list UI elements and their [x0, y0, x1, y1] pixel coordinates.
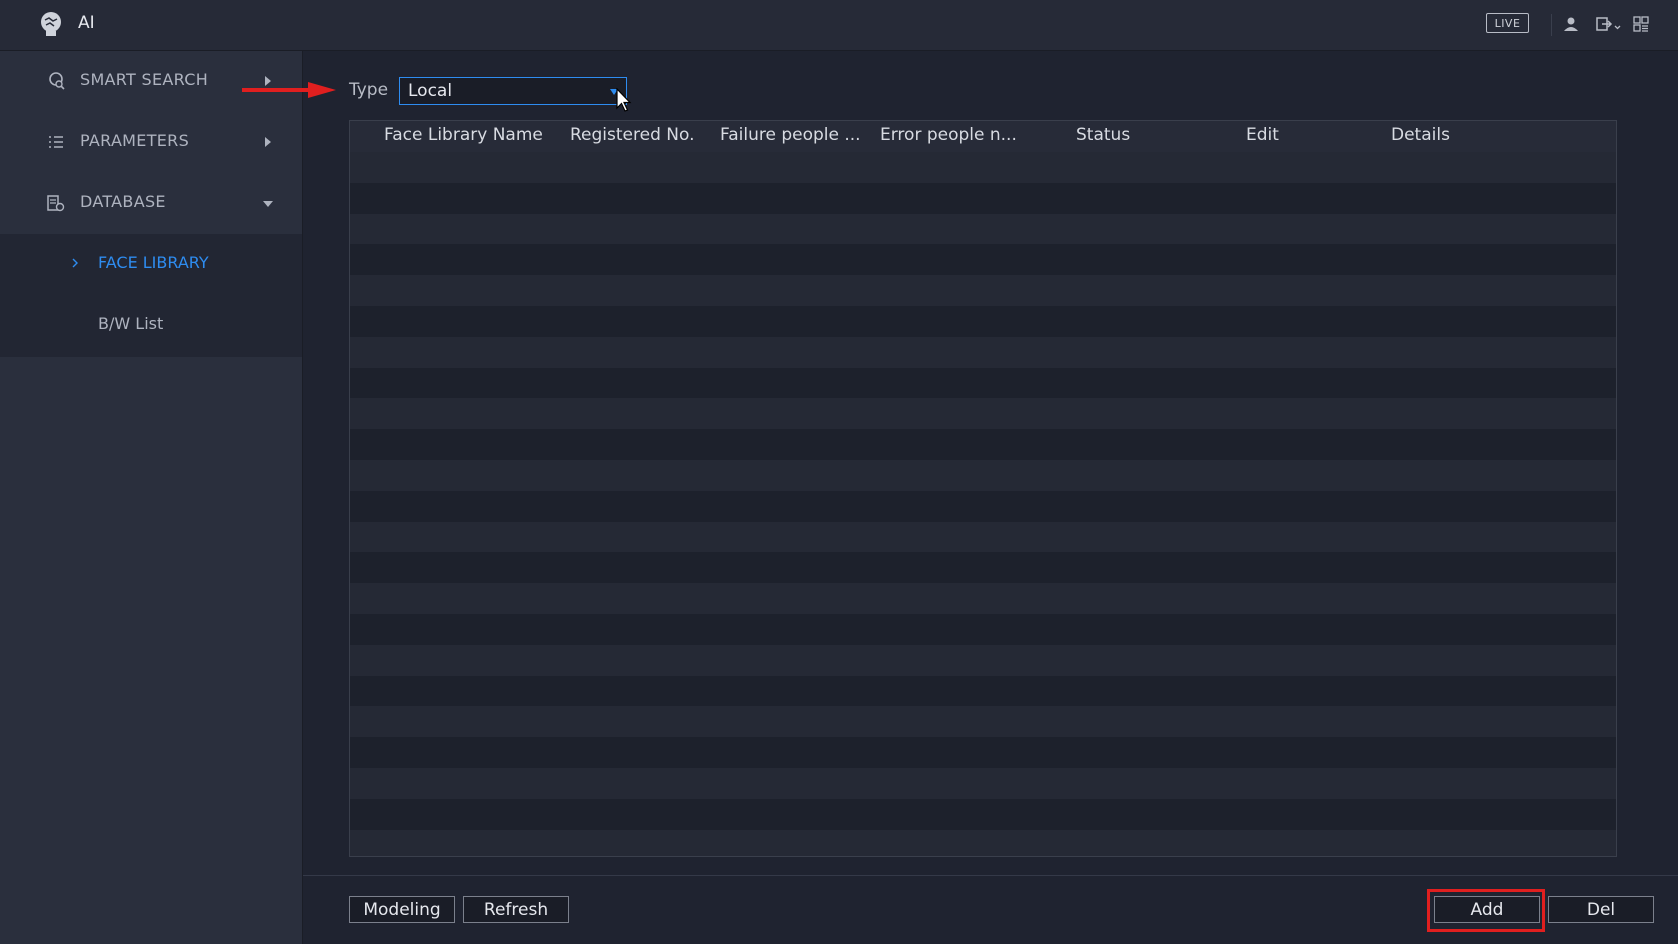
- table-row: [350, 429, 1616, 460]
- table-row: [350, 706, 1616, 738]
- list-icon: [49, 136, 63, 148]
- sidebar: SMART SEARCH PARAMETERS DATABASE FACE LI…: [0, 51, 303, 944]
- live-button[interactable]: LIVE: [1486, 13, 1529, 33]
- table-row: [350, 152, 1616, 183]
- chevron-right-icon: [72, 258, 78, 268]
- sidebar-item-bw-list[interactable]: B/W List: [0, 295, 302, 356]
- sidebar-subitem-label: FACE LIBRARY: [98, 253, 209, 272]
- sidebar-item-face-library[interactable]: FACE LIBRARY: [0, 234, 302, 295]
- table-row: [350, 644, 1616, 676]
- table-row: [350, 459, 1616, 491]
- table-header: Face Library Name Registered No. Failure…: [350, 121, 1616, 152]
- column-header-failure-people[interactable]: Failure people ...: [720, 125, 861, 145]
- column-header-face-library-name[interactable]: Face Library Name: [384, 125, 543, 145]
- sidebar-item-database[interactable]: DATABASE: [0, 173, 302, 234]
- table-row: [350, 367, 1616, 399]
- sidebar-item-parameters[interactable]: PARAMETERS: [0, 112, 302, 173]
- column-header-error-people[interactable]: Error people n...: [880, 125, 1017, 145]
- table-row: [350, 244, 1616, 276]
- table-row: [350, 798, 1616, 830]
- column-header-details[interactable]: Details: [1391, 125, 1450, 145]
- table-row: [350, 336, 1616, 368]
- table-row: [350, 767, 1616, 799]
- refresh-button[interactable]: Refresh: [463, 896, 569, 923]
- table-row: [350, 583, 1616, 614]
- table-row: [350, 213, 1616, 245]
- del-button[interactable]: Del: [1548, 896, 1654, 923]
- modeling-button[interactable]: Modeling: [349, 896, 455, 923]
- smart-search-icon: [49, 72, 65, 90]
- caret-down-icon: [263, 201, 273, 207]
- logout-icon[interactable]: [1596, 15, 1622, 33]
- column-header-registered-no[interactable]: Registered No.: [570, 125, 695, 145]
- user-icon[interactable]: [1562, 15, 1580, 33]
- database-icon: [47, 195, 65, 212]
- table-row: [350, 675, 1616, 707]
- add-button[interactable]: Add: [1434, 896, 1540, 923]
- arrow-annotation-icon: [242, 82, 336, 98]
- table-row: [350, 552, 1616, 584]
- table-body: [350, 152, 1616, 856]
- sidebar-item-label: PARAMETERS: [80, 131, 190, 150]
- table-row: [350, 305, 1616, 337]
- sidebar-item-label: SMART SEARCH: [80, 70, 209, 89]
- table-row: [350, 521, 1616, 553]
- database-submenu: FACE LIBRARY B/W List: [0, 234, 302, 357]
- table-row: [350, 398, 1616, 430]
- column-header-status[interactable]: Status: [1076, 125, 1130, 145]
- table-row: [350, 829, 1616, 856]
- caret-right-icon: [265, 137, 271, 147]
- face-library-table: Face Library Name Registered No. Failure…: [349, 120, 1617, 857]
- mouse-cursor-icon: [616, 88, 632, 112]
- table-row: [350, 613, 1616, 645]
- table-row: [350, 275, 1616, 306]
- sidebar-item-label: DATABASE: [80, 192, 166, 211]
- table-row: [350, 182, 1616, 214]
- app-title: AI: [78, 13, 95, 33]
- column-header-edit[interactable]: Edit: [1246, 125, 1279, 145]
- menu-grid-icon[interactable]: [1632, 15, 1650, 33]
- type-label: Type: [349, 80, 389, 100]
- ai-head-icon: [41, 12, 61, 36]
- type-dropdown[interactable]: Local: [399, 77, 627, 105]
- top-bar: AI LIVE: [0, 0, 1678, 51]
- sidebar-subitem-label: B/W List: [98, 314, 164, 333]
- type-dropdown-value: Local: [408, 81, 453, 101]
- table-row: [350, 490, 1616, 522]
- table-row: [350, 737, 1616, 768]
- top-divider: [1551, 14, 1552, 36]
